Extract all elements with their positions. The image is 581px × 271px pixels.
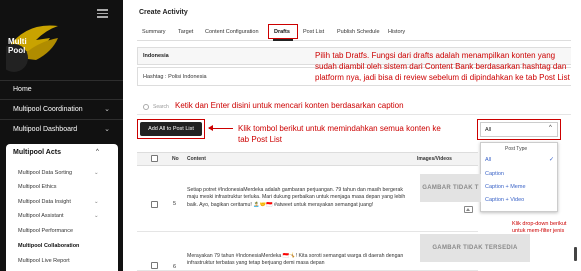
sidebar-item-dashboard[interactable]: Multipool Dashboard ⌄ bbox=[0, 122, 123, 138]
row-number: 6 bbox=[173, 264, 177, 270]
multipool-acts-panel bbox=[6, 144, 118, 271]
drafts-annotation: Pilih tab Dratfs. Fungsi dari drafts ada… bbox=[315, 51, 570, 82]
sidebar-item-label: Multipool Assistant bbox=[18, 213, 64, 219]
tab-history[interactable]: History bbox=[388, 29, 405, 35]
add-all-to-post-list-button[interactable]: Add All to Post List bbox=[140, 122, 202, 136]
sidebar-item-home[interactable]: Home bbox=[0, 82, 123, 98]
logo-text: Multi Pool bbox=[8, 37, 27, 55]
page-title: Create Activity bbox=[139, 9, 188, 16]
sidebar-item-label: Multipool Live Report bbox=[18, 258, 70, 264]
search-input[interactable]: Search bbox=[153, 104, 169, 110]
tab-summary[interactable]: Summary bbox=[142, 29, 166, 35]
chevron-down-icon: ⌄ bbox=[104, 106, 110, 113]
tab-content-configuration[interactable]: Content Configuration bbox=[205, 29, 259, 35]
sidebar: Multi Pool Home Multipool Coordination ⌄ … bbox=[0, 0, 123, 271]
sidebar-item-label: Multipool Acts bbox=[13, 149, 61, 156]
select-all-checkbox[interactable] bbox=[151, 155, 158, 162]
arrow-icon bbox=[208, 124, 233, 132]
sidebar-item-label: Multipool Ethics bbox=[18, 184, 57, 190]
chevron-up-icon[interactable]: ^ bbox=[549, 125, 552, 131]
chevron-down-icon: ⌄ bbox=[94, 199, 99, 205]
tab-post-list[interactable]: Post List bbox=[303, 29, 324, 35]
tab-target[interactable]: Target bbox=[178, 29, 193, 35]
sidebar-item-live-report[interactable]: Multipool Live Report bbox=[18, 258, 70, 264]
divider bbox=[0, 80, 123, 81]
search-icon bbox=[143, 104, 149, 110]
sidebar-item-data-sorting[interactable]: Multipool Data Sorting ⌄ bbox=[18, 170, 99, 176]
chevron-up-icon[interactable]: ^ bbox=[96, 149, 99, 155]
logo-line-2: Pool bbox=[8, 46, 26, 55]
chevron-down-icon: ⌄ bbox=[94, 170, 99, 176]
add-annotation: Klik tombol berikut untuk memindahkan se… bbox=[238, 124, 441, 144]
sidebar-item-label: Multipool Performance bbox=[18, 228, 74, 234]
post-type-select[interactable] bbox=[480, 122, 558, 137]
check-icon: ✓ bbox=[549, 157, 555, 163]
sidebar-item-data-insight[interactable]: Multipool Data Insight ⌄ bbox=[18, 199, 99, 205]
row-content: Setiap potret #IndonesiaMerdeka adalah g… bbox=[187, 187, 406, 208]
post-type-dropdown: Post Type All ✓ Caption Caption + Meme C… bbox=[480, 142, 558, 212]
sidebar-item-label: Multipool Dashboard bbox=[13, 126, 78, 133]
sidebar-item-label: Multipool Coordination bbox=[13, 106, 83, 113]
sidebar-item-ethics[interactable]: Multipool Ethics bbox=[18, 184, 57, 190]
sidebar-item-label: Multipool Data Insight bbox=[18, 199, 71, 205]
sidebar-item-label: Home bbox=[13, 86, 32, 93]
column-content: Content bbox=[187, 156, 206, 162]
logo-line-1: Multi bbox=[8, 37, 27, 46]
main-panel: Create Activity Summary Target Content C… bbox=[123, 0, 577, 271]
sidebar-item-coordination[interactable]: Multipool Coordination ⌄ bbox=[0, 102, 123, 118]
image-icon[interactable] bbox=[464, 206, 473, 213]
chevron-down-icon: ⌄ bbox=[94, 213, 99, 219]
column-images: Images/Videos bbox=[417, 156, 452, 162]
sidebar-item-label: Multipool Data Sorting bbox=[18, 170, 73, 176]
row-number: 5 bbox=[173, 201, 177, 207]
image-placeholder: GAMBAR TIDAK TERSEDIA bbox=[420, 234, 530, 262]
dropdown-title: Post Type bbox=[505, 146, 528, 152]
option-caption[interactable]: Caption bbox=[485, 171, 504, 177]
option-caption-video[interactable]: Caption + Video bbox=[485, 197, 524, 203]
divider bbox=[0, 119, 123, 120]
row-checkbox[interactable] bbox=[151, 262, 158, 269]
drafts-highlight bbox=[268, 24, 298, 39]
country-label: Indonesia bbox=[143, 53, 169, 59]
post-type-value: All bbox=[485, 127, 492, 133]
sidebar-item-collaboration[interactable]: Multipool Collaboration bbox=[18, 243, 79, 249]
row-content: Merayakan 79 tahun #IndonesiaMerdeka 🇮🇩🤸… bbox=[187, 253, 404, 267]
column-no: No bbox=[172, 156, 179, 162]
scrollbar[interactable] bbox=[571, 0, 581, 271]
sidebar-item-label: Multipool Collaboration bbox=[18, 243, 80, 249]
row-checkbox[interactable] bbox=[151, 201, 158, 208]
active-tab-indicator bbox=[273, 39, 293, 41]
option-all[interactable]: All bbox=[485, 157, 491, 163]
sidebar-item-performance[interactable]: Multipool Performance bbox=[18, 228, 73, 234]
menu-icon[interactable] bbox=[97, 9, 108, 18]
search-annotation: Ketik dan Enter disini untuk mencari kon… bbox=[175, 101, 404, 110]
sidebar-item-acts[interactable]: Multipool Acts bbox=[13, 149, 61, 156]
sidebar-item-assistant[interactable]: Multipool Assistant ⌄ bbox=[18, 213, 99, 219]
hashtag-label: Hashtag : Polisi Indonesia bbox=[143, 74, 207, 80]
image-placeholder: GAMBAR TIDAK T bbox=[420, 174, 481, 202]
tabs-divider bbox=[137, 40, 577, 41]
tab-publish-schedule[interactable]: Publish Schedule bbox=[337, 29, 380, 35]
chevron-down-icon: ⌄ bbox=[104, 126, 110, 133]
divider bbox=[0, 99, 123, 100]
option-caption-meme[interactable]: Caption + Meme bbox=[485, 184, 526, 190]
